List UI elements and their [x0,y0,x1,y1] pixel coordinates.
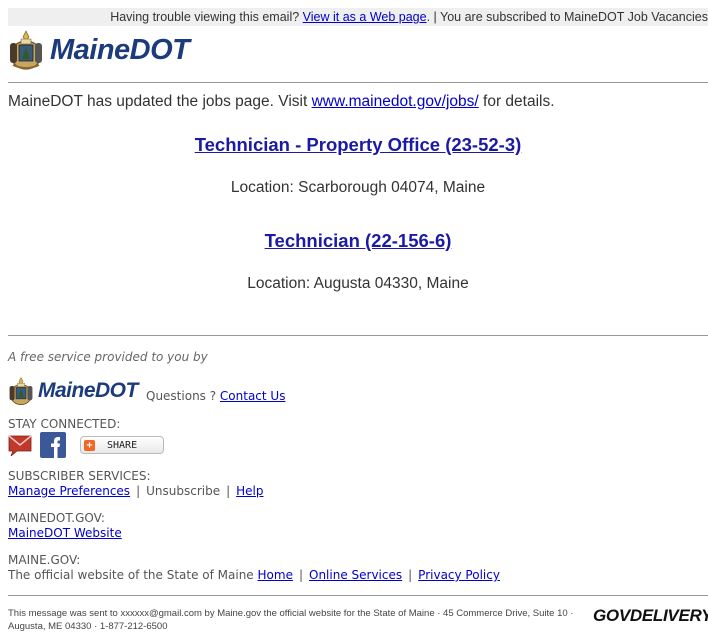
job-location-2: Location: Augusta 04330, Maine [247,275,469,292]
email-share-icon[interactable] [8,433,32,457]
trouble-text: Having trouble viewing this email? [110,10,303,24]
manage-preferences-link[interactable]: Manage Preferences [8,484,130,498]
mainedot-website-line: MaineDOT Website [8,526,122,540]
govdelivery-logo: GOVDELIVERY [593,604,708,626]
govdelivery-wordmark: GOVDELIVERY [593,606,708,625]
mainedot-logo: MaineDOT [8,28,190,72]
online-services-link[interactable]: Online Services [309,568,402,582]
questions-line: Questions ? Contact Us [146,389,285,403]
job-title: Technician (22-156-6) [8,230,708,252]
intro-text: MaineDOT has updated the jobs page. Visi… [8,93,555,111]
email-topbar: Having trouble viewing this email? View … [8,8,708,26]
maine-gov-heading: MAINE.GOV: [8,553,81,567]
brand-wordmark: MaineDOT [38,379,138,402]
separator: | [226,484,231,498]
plus-icon: + [84,439,95,451]
intro-before: MaineDOT has updated the jobs page. Visi… [8,93,312,110]
maine-seal-icon [10,30,42,70]
footer-logo: MaineDOT [8,376,138,406]
separator: | [298,568,303,582]
share-label: SHARE [107,439,138,451]
job-link-1[interactable]: Technician - Property Office (23-52-3) [195,134,522,155]
share-button[interactable]: + SHARE [80,436,164,454]
view-web-page-link[interactable]: View it as a Web page [303,10,427,24]
questions-text: Questions ? [146,389,220,403]
subscriber-services-heading: SUBSCRIBER SERVICES: [8,469,151,483]
social-row: + SHARE [8,432,164,458]
job-location-1: Location: Scarborough 04074, Maine [230,179,486,196]
free-service-text: A free service provided to you by [8,350,208,364]
subscriber-links: Manage Preferences | Unsubscribe | Help [8,484,264,498]
maine-gov-line: The official website of the State of Mai… [8,568,500,582]
jobs-page-link[interactable]: www.mainedot.gov/jobs/ [312,93,479,110]
facebook-icon[interactable] [40,432,66,458]
maine-seal-icon [9,376,33,405]
contact-us-link[interactable]: Contact Us [220,389,286,403]
privacy-policy-link[interactable]: Privacy Policy [418,568,500,582]
job-link-2[interactable]: Technician (22-156-6) [265,230,452,251]
stay-connected-heading: STAY CONNECTED: [8,417,121,431]
mainedot-website-link[interactable]: MaineDOT Website [8,526,122,540]
divider [8,335,708,336]
maine-gov-text: The official website of the State of Mai… [8,568,258,582]
help-link[interactable]: Help [236,484,263,498]
unsubscribe-text[interactable]: Unsubscribe [146,484,220,498]
home-link[interactable]: Home [258,568,293,582]
separator: | [408,568,413,582]
brand-wordmark: MaineDOT [50,33,190,66]
mainedot-gov-heading: MAINEDOT.GOV: [8,511,105,525]
job-title: Technician - Property Office (23-52-3) [8,134,708,156]
subscribed-text: . | You are subscribed to MaineDOT Job V… [426,10,708,24]
divider [8,595,708,596]
sent-to-message: This message was sent to xxxxxx@gmail.co… [8,608,574,632]
intro-after: for details. [478,93,555,110]
divider [8,82,708,83]
separator: | [136,484,141,498]
